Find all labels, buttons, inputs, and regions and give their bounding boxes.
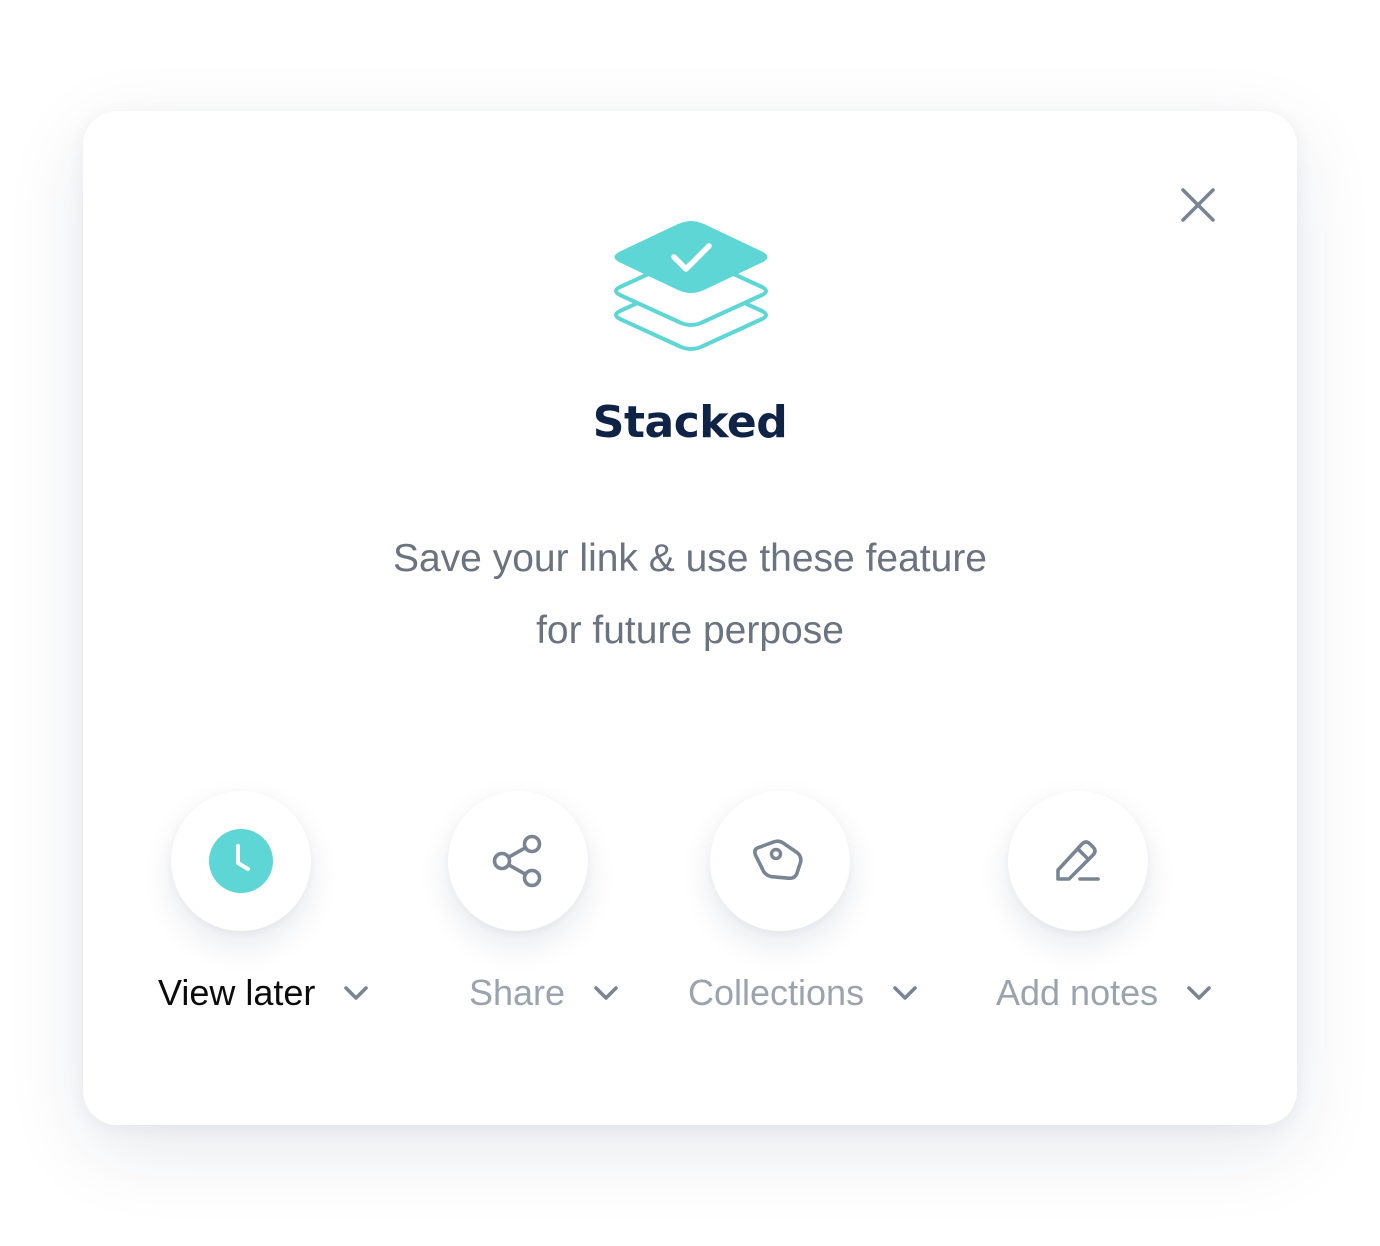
add-notes-icon-button[interactable] [1008,791,1148,931]
stacked-layers-check-icon [614,221,768,351]
tag-icon [753,839,803,881]
chevron-down-icon [594,986,618,1000]
share-icon-button[interactable] [448,791,588,931]
brand-title: Stacked [592,397,788,448]
tagline-line-2: for future perpose [536,609,844,652]
add-notes-label: Add notes [996,972,1159,1013]
clock-icon [209,829,273,893]
page-background: Stacked Save your link & use these featu… [0,0,1380,1246]
tagline: Save your link & use these feature for f… [83,523,1297,667]
collections-label: Collections [688,972,865,1013]
share-label-row[interactable]: Share [469,971,621,1015]
close-icon [1181,188,1215,222]
pencil-icon [1056,840,1100,881]
view-later-label-row[interactable]: View later [158,971,371,1015]
share-icon [492,834,542,888]
collections-icon-button[interactable] [710,791,850,931]
view-later-icon-button[interactable] [171,791,311,931]
close-button[interactable] [1176,183,1220,227]
collections-label-row[interactable]: Collections [688,971,920,1015]
add-notes-label-row[interactable]: Add notes [996,971,1214,1015]
stacked-logo [608,219,774,353]
chevron-down-icon [1187,986,1211,1000]
tagline-line-1: Save your link & use these feature [392,537,987,580]
chevron-down-icon [893,986,917,1000]
save-link-dialog: Stacked Save your link & use these featu… [83,111,1297,1125]
share-label: Share [469,972,566,1013]
view-later-label: View later [158,972,316,1013]
chevron-down-icon [344,986,369,1000]
